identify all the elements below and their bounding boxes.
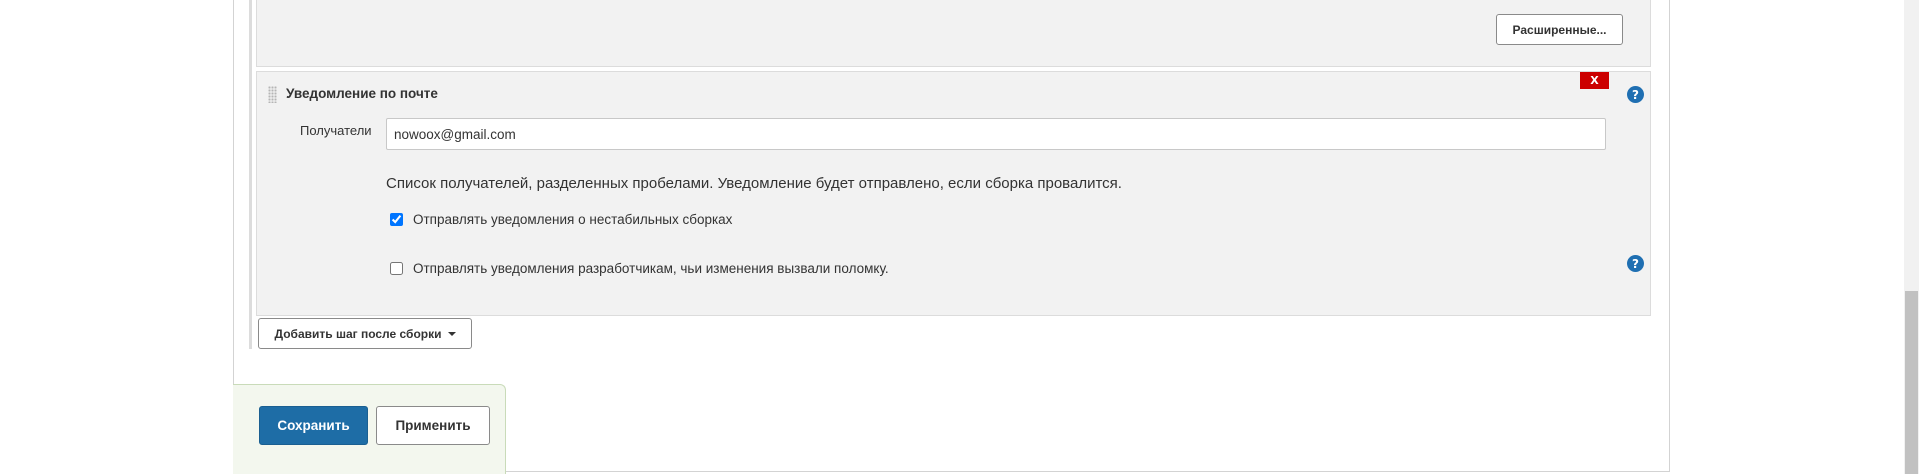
delete-section-button[interactable]: X <box>1580 72 1609 89</box>
button-label: Добавить шаг после сборки <box>274 326 442 341</box>
option-label: Отправлять уведомления разработчикам, чь… <box>413 261 889 276</box>
email-notification-section <box>256 71 1651 316</box>
advanced-button[interactable]: Расширенные... <box>1496 14 1623 45</box>
checkbox-unchecked-icon[interactable] <box>390 262 403 275</box>
help-icon[interactable]: ? <box>1627 86 1644 103</box>
recipients-label: Получатели <box>300 123 372 138</box>
chevron-down-icon <box>447 331 456 336</box>
option-unstable-builds[interactable]: Отправлять уведомления о нестабильных сб… <box>390 212 732 227</box>
option-label: Отправлять уведомления о нестабильных сб… <box>413 212 733 227</box>
scrollbar-thumb[interactable] <box>1905 291 1918 474</box>
help-icon[interactable]: ? <box>1627 255 1644 272</box>
add-post-build-step-button[interactable]: Добавить шаг после сборки <box>258 318 472 349</box>
previous-section <box>256 0 1651 67</box>
section-rail <box>249 0 252 349</box>
recipients-input[interactable] <box>386 118 1606 150</box>
save-button[interactable]: Сохранить <box>259 406 368 445</box>
section-title: Уведомление по почте <box>286 86 438 101</box>
option-notify-culprits[interactable]: Отправлять уведомления разработчикам, чь… <box>390 261 889 276</box>
drag-handle-icon[interactable] <box>268 86 277 103</box>
recipients-help-text: Список получателей, разделенных пробелам… <box>386 175 1122 192</box>
apply-button[interactable]: Применить <box>376 406 490 445</box>
checkbox-checked-icon[interactable] <box>390 213 403 226</box>
